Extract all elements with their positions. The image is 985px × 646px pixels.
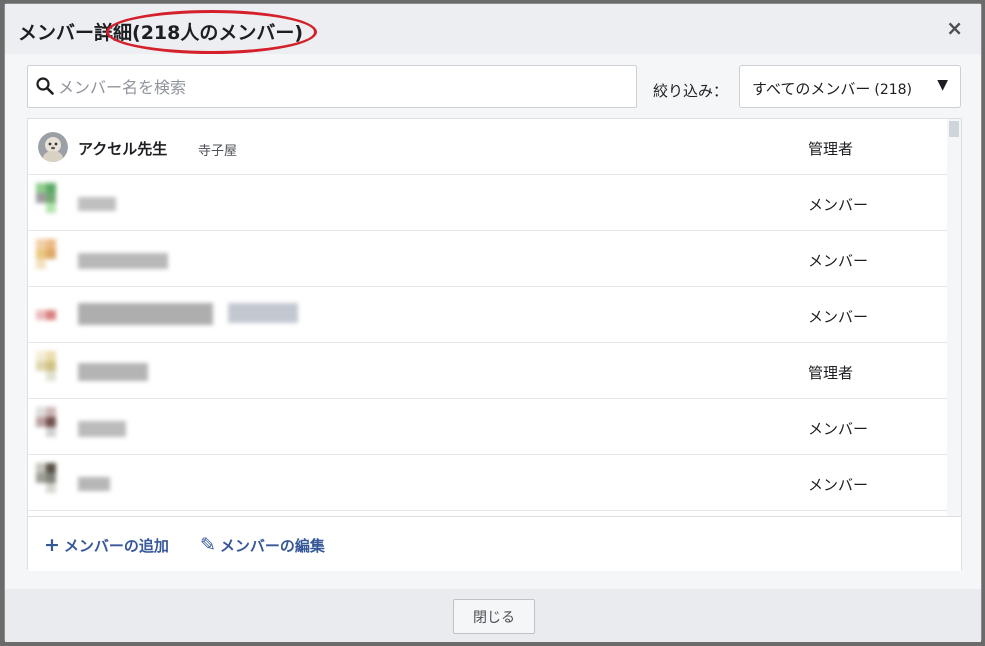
- plus-icon: +: [44, 534, 60, 556]
- member-role: メンバー: [808, 420, 869, 438]
- member-role: 管理者: [808, 140, 854, 158]
- member-actions-bar: + メンバーの追加 ✎ メンバーの編集: [28, 516, 961, 571]
- member-list-scrollbar[interactable]: [947, 119, 961, 516]
- member-name-redacted: [78, 253, 168, 269]
- member-role: メンバー: [808, 308, 869, 326]
- avatar[interactable]: [36, 239, 68, 279]
- member-name[interactable]: アクセル先生: [78, 138, 167, 159]
- avatar[interactable]: [36, 351, 68, 391]
- filter-selected-label: すべてのメンバー: [752, 80, 871, 98]
- member-name-redacted: [78, 303, 213, 325]
- avatar[interactable]: [36, 463, 68, 503]
- search-box[interactable]: [27, 65, 637, 108]
- member-count-highlight: (218人のメンバー): [106, 10, 318, 54]
- member-row[interactable]: メンバー: [28, 231, 948, 287]
- member-row[interactable]: 管理者: [28, 343, 948, 399]
- member-list-panel: アクセル先生 寺子屋 管理者 メンバー メンバー メンバー 管理者 メンバー メ…: [27, 118, 962, 571]
- member-list: アクセル先生 寺子屋 管理者 メンバー メンバー メンバー 管理者 メンバー メ…: [28, 119, 948, 516]
- member-row[interactable]: メンバー: [28, 399, 948, 455]
- member-name-redacted: [78, 477, 110, 491]
- pencil-icon: ✎: [200, 534, 216, 556]
- member-row[interactable]: メンバー: [28, 175, 948, 231]
- search-icon: [36, 77, 54, 95]
- avatar[interactable]: [36, 407, 68, 447]
- member-row[interactable]: アクセル先生 寺子屋 管理者: [28, 119, 948, 175]
- close-button[interactable]: 閉じる: [453, 599, 535, 634]
- member-name-redacted: [78, 363, 148, 381]
- dialog-header: メンバー詳細(218人のメンバー) ×: [5, 4, 981, 54]
- member-role: 管理者: [808, 364, 854, 382]
- avatar[interactable]: [38, 132, 68, 162]
- filter-label: 絞り込み：: [653, 82, 729, 100]
- close-icon[interactable]: ×: [946, 18, 963, 38]
- dialog-title: メンバー詳細(218人のメンバー): [18, 10, 318, 54]
- edit-members-button[interactable]: ✎ メンバーの編集: [200, 534, 325, 556]
- member-name-redacted: [78, 197, 116, 211]
- edit-members-label: メンバーの編集: [219, 537, 325, 555]
- search-input[interactable]: [58, 74, 618, 100]
- member-details-dialog: メンバー詳細(218人のメンバー) × 絞り込み： すべてのメンバー(218) …: [4, 3, 982, 642]
- add-member-button[interactable]: + メンバーの追加: [44, 534, 169, 556]
- avatar[interactable]: [36, 183, 68, 223]
- dialog-body: 絞り込み： すべてのメンバー(218) ▼: [5, 54, 981, 589]
- add-member-label: メンバーの追加: [63, 537, 169, 555]
- scrollbar-thumb[interactable]: [949, 121, 959, 137]
- filter-selected-value: すべてのメンバー (218): [752, 78, 912, 99]
- member-subtitle: 寺子屋: [198, 144, 238, 159]
- member-subtitle-redacted: [228, 303, 298, 323]
- filter-count: (218): [874, 82, 913, 98]
- member-filter-select[interactable]: すべてのメンバー (218) ▼: [739, 65, 961, 108]
- member-role: メンバー: [808, 196, 869, 214]
- member-row[interactable]: メンバー: [28, 455, 948, 511]
- member-role: メンバー: [808, 476, 869, 494]
- chevron-down-icon: ▼: [937, 77, 948, 93]
- avatar[interactable]: [36, 295, 68, 335]
- member-role: メンバー: [808, 252, 869, 270]
- member-name-redacted: [78, 421, 126, 437]
- dialog-footer: 閉じる: [5, 589, 981, 642]
- member-row[interactable]: メンバー: [28, 287, 948, 343]
